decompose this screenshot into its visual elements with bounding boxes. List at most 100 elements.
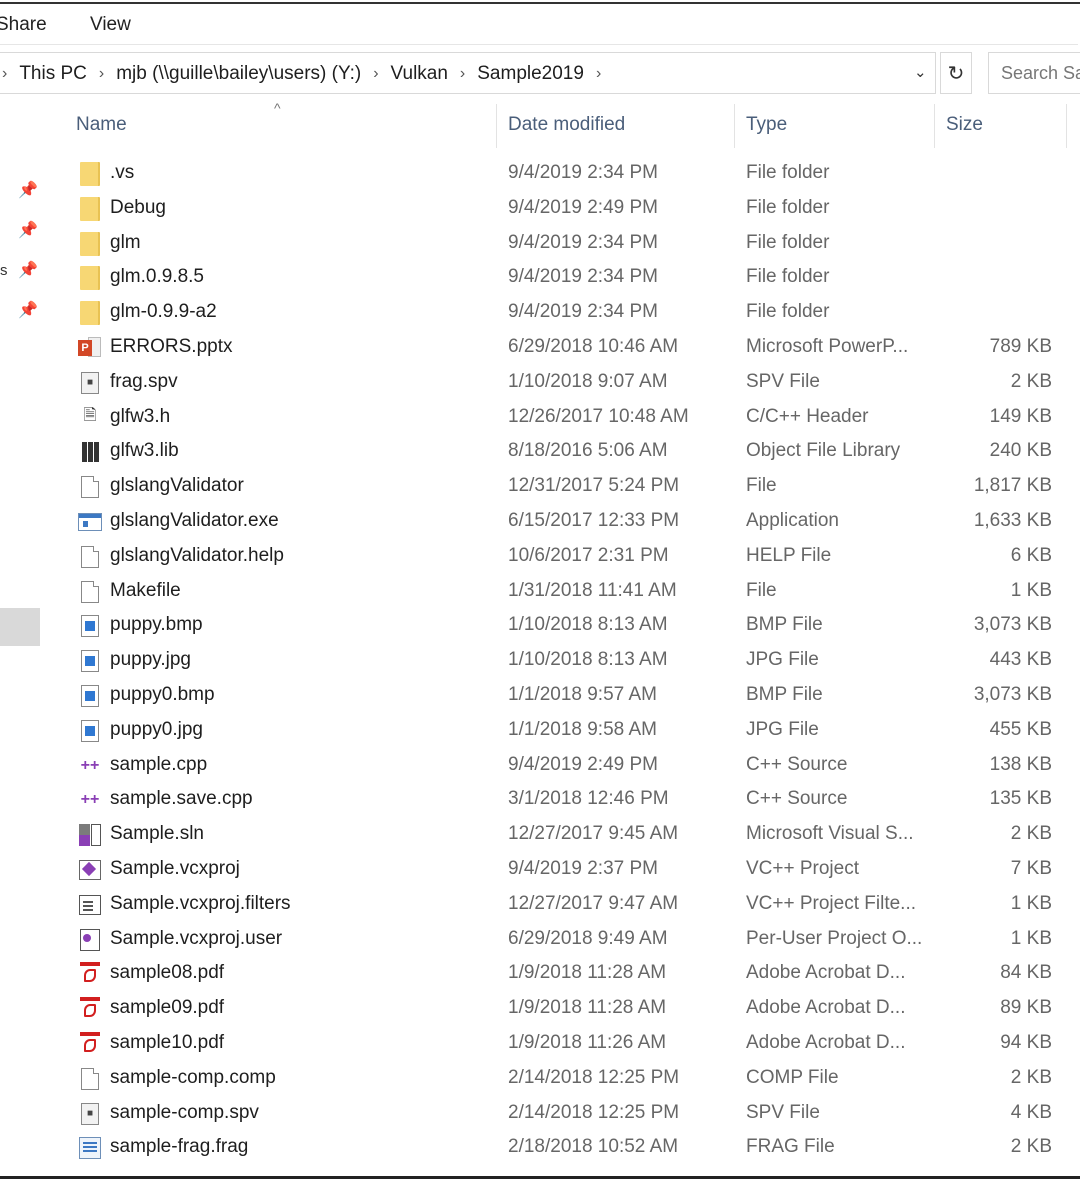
file-row[interactable]: puppy.bmp 1/10/2018 8:13 AM BMP File 3,073 … [0,608,1078,643]
pdf-icon [78,1031,102,1055]
file-row[interactable]: sample10.pdf 1/9/2018 11:26 AM Adobe Acrob… [0,1026,1078,1061]
search-input[interactable]: Search Sa [988,52,1080,94]
file-name[interactable]: sample-comp.comp [110,1067,276,1089]
file-row[interactable]: 🗎 glfw3.h 12/26/2017 10:48 AM C/C++ Header 1… [0,400,1078,435]
file-type: VC++ Project Filte... [746,892,917,914]
file-type: Microsoft Visual S... [746,823,914,845]
column-divider[interactable] [1066,104,1067,148]
file-name[interactable]: puppy0.bmp [110,684,215,706]
file-name[interactable]: sample09.pdf [110,997,224,1019]
chevron-right-icon[interactable]: › [0,65,9,83]
chevron-right-icon[interactable]: › [97,65,106,83]
file-name[interactable]: Sample.vcxproj.user [110,928,282,950]
file-name[interactable]: sample08.pdf [110,962,224,984]
file-row[interactable]: sample09.pdf 1/9/2018 11:28 AM Adobe Acrob… [0,991,1078,1026]
file-row[interactable]: Sample.sln 12/27/2017 9:45 AM Microsoft Vi… [0,817,1078,852]
pdf-icon [78,962,102,985]
file-date-modified: 10/6/2017 2:31 PM [508,544,669,566]
file-date-modified: 6/15/2017 12:33 PM [508,509,680,531]
file-type: Application [746,509,839,531]
file-row[interactable]: ■ sample-comp.spv 2/14/2018 12:25 PM SPV Fi… [0,1096,1078,1131]
breadcrumb-sample2019[interactable]: Sample2019 [467,63,594,85]
folder-icon [78,301,102,326]
file-name[interactable]: puppy.jpg [110,649,191,671]
file-row[interactable]: Sample.vcxproj 9/4/2019 2:37 PM VC++ Proje… [0,852,1078,887]
address-bar[interactable]: › This PC › mjb (\\guille\bailey\users) … [0,52,936,94]
file-row[interactable]: puppy0.jpg 1/1/2018 9:58 AM JPG File 455 KB [0,713,1078,748]
file-name[interactable]: Sample.vcxproj.filters [110,893,291,915]
file-name[interactable]: sample.save.cpp [110,788,253,810]
file-row[interactable]: Debug 9/4/2019 2:49 PM File folder [0,191,1078,226]
file-row[interactable]: Sample.vcxproj.user 6/29/2018 9:49 AM Per-… [0,922,1078,957]
file-date-modified: 3/1/2018 12:46 PM [508,788,669,810]
file-name[interactable]: glslangValidator.help [110,545,284,567]
file-name[interactable]: .vs [110,162,134,184]
column-header-date[interactable]: Date modified [508,114,625,136]
file-name[interactable]: ERRORS.pptx [110,336,232,358]
file-row[interactable]: sample-comp.comp 2/14/2018 12:25 PM COMP F… [0,1061,1078,1096]
file-name[interactable]: sample-frag.frag [110,1136,248,1158]
spv-file-icon: ■ [78,1102,102,1125]
file-row[interactable]: glm-0.9.9-a2 9/4/2019 2:34 PM File folder [0,295,1078,330]
file-name[interactable]: Makefile [110,580,181,602]
file-type: Microsoft PowerP... [746,335,909,357]
file-row[interactable]: Makefile 1/31/2018 11:41 AM File 1 KB [0,574,1078,609]
file-row[interactable]: glslangValidator 12/31/2017 5:24 PM File 1,… [0,469,1078,504]
file-date-modified: 9/4/2019 2:49 PM [508,753,658,775]
file-name[interactable]: Debug [110,197,166,219]
file-row[interactable]: ++ sample.save.cpp 3/1/2018 12:46 PM C++ So… [0,782,1078,817]
column-divider[interactable] [496,104,497,148]
column-header-type[interactable]: Type [746,114,787,136]
file-name[interactable]: sample-comp.spv [110,1102,259,1124]
file-row[interactable]: Sample.vcxproj.filters 12/27/2017 9:47 AM… [0,887,1078,922]
file-name[interactable]: frag.spv [110,371,178,393]
file-row[interactable]: glfw3.lib 8/18/2016 5:06 AM Object File Li… [0,434,1078,469]
file-row[interactable]: puppy0.bmp 1/1/2018 9:57 AM BMP File 3,073 … [0,678,1078,713]
file-row[interactable]: glslangValidator.help 10/6/2017 2:31 PM HE… [0,539,1078,574]
file-name[interactable]: sample.cpp [110,754,207,776]
file-name[interactable]: glfw3.lib [110,440,179,462]
file-row[interactable]: sample-frag.frag 2/18/2018 10:52 AM FRAG F… [0,1130,1078,1165]
file-name[interactable]: glm.0.9.8.5 [110,266,204,288]
breadcrumb-drive[interactable]: mjb (\\guille\bailey\users) (Y:) [106,63,371,85]
file-size: 2 KB [1010,823,1052,845]
file-name[interactable]: puppy.bmp [110,614,203,636]
file-name[interactable]: Sample.sln [110,823,204,845]
file-row[interactable]: sample08.pdf 1/9/2018 11:28 AM Adobe Acrob… [0,956,1078,991]
file-size: 3,073 KB [973,614,1052,636]
file-name[interactable]: glm [110,232,141,254]
column-header-size[interactable]: Size [946,114,983,136]
chevron-right-icon[interactable]: › [458,65,467,83]
file-date-modified: 8/18/2016 5:06 AM [508,440,668,462]
file-name[interactable]: glfw3.h [110,406,170,428]
file-name[interactable]: Sample.vcxproj [110,858,240,880]
file-row[interactable]: puppy.jpg 1/10/2018 8:13 AM JPG File 443 KB [0,643,1078,678]
file-name[interactable]: glslangValidator [110,475,244,497]
file-row[interactable]: .vs 9/4/2019 2:34 PM File folder [0,156,1078,191]
file-row[interactable]: ■ frag.spv 1/10/2018 9:07 AM SPV File 2 KB [0,365,1078,400]
pdf-icon [78,997,102,1020]
column-divider[interactable] [734,104,735,148]
file-row[interactable]: ++ sample.cpp 9/4/2019 2:49 PM C++ Source 13… [0,748,1078,783]
ribbon-tab-view[interactable]: View [90,14,131,36]
refresh-button[interactable]: ↻ [940,52,972,94]
chevron-down-icon[interactable]: ⌄ [914,63,927,81]
column-divider[interactable] [934,104,935,148]
breadcrumb-this-pc[interactable]: This PC [9,63,97,85]
chevron-right-icon[interactable]: › [594,65,603,83]
file-row[interactable]: glm 9/4/2019 2:34 PM File folder [0,226,1078,261]
file-size: 789 KB [989,335,1052,357]
column-header-name[interactable]: Name [76,114,127,136]
file-row[interactable]: P ERRORS.pptx 6/29/2018 10:46 AM Microsoft … [0,330,1078,365]
file-row[interactable]: glm.0.9.8.5 9/4/2019 2:34 PM File folder [0,260,1078,295]
file-size: 89 KB [1000,997,1052,1019]
ribbon-tab-share[interactable]: Share [0,14,47,36]
file-name[interactable]: glslangValidator.exe [110,510,279,532]
file-row[interactable]: glslangValidator.exe 6/15/2017 12:33 PM Ap… [0,504,1078,539]
chevron-right-icon[interactable]: › [371,65,380,83]
file-name[interactable]: glm-0.9.9-a2 [110,301,217,323]
file-date-modified: 12/31/2017 5:24 PM [508,475,680,497]
file-name[interactable]: sample10.pdf [110,1032,224,1054]
file-name[interactable]: puppy0.jpg [110,719,203,741]
breadcrumb-vulkan[interactable]: Vulkan [381,63,458,85]
